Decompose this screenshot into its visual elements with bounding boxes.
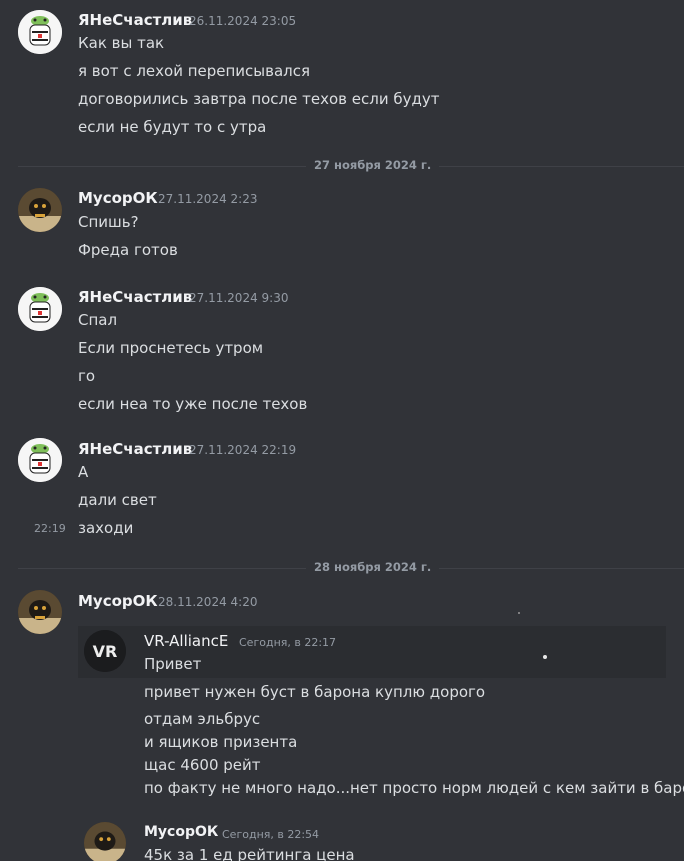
avatar[interactable]: [18, 287, 62, 331]
monster-avatar-icon: [18, 590, 62, 634]
message-line: я вот с лехой переписывался: [78, 62, 311, 80]
frog-avatar-icon: [18, 10, 62, 54]
message-author[interactable]: МусорОК: [78, 189, 158, 207]
message-line: заходи: [78, 519, 134, 537]
message-author[interactable]: ЯНеСчастлив: [78, 11, 192, 29]
chat-view: ЯНеСчастлив 26.11.2024 23:05 Как вы так …: [0, 0, 684, 861]
message-line: А: [78, 463, 89, 481]
screenshot-author: VR-AlliancE: [144, 632, 229, 650]
screenshot-artifact: [543, 655, 547, 659]
message-timestamp: 28.11.2024 4:20: [158, 595, 258, 609]
message-author[interactable]: ЯНеСчастлив: [78, 440, 192, 458]
screenshot-author: МусорОК: [144, 824, 219, 840]
screenshot-timestamp: Сегодня, в 22:54: [222, 828, 320, 841]
avatar[interactable]: [18, 188, 62, 232]
message-line: го: [78, 367, 96, 385]
avatar[interactable]: [18, 438, 62, 482]
screenshot-artifact: [518, 612, 520, 614]
message-line: Фреда готов: [78, 241, 178, 259]
screenshot-line: щас 4600 рейт: [144, 756, 261, 774]
message-line: Спал: [78, 311, 118, 329]
monster-avatar-icon: [84, 822, 126, 861]
screenshot-line: привет нужен буст в барона куплю дорого: [144, 683, 486, 701]
message-line: Если проснетесь утром: [78, 339, 264, 357]
frog-avatar-icon: [18, 438, 62, 482]
screenshot-timestamp: Сегодня, в 22:17: [239, 636, 337, 649]
avatar[interactable]: [18, 590, 62, 634]
message-author[interactable]: МусорОК: [78, 592, 158, 610]
message-timestamp: 27.11.2024 22:19: [189, 443, 297, 457]
screenshot-line: и ящиков призента: [144, 733, 298, 751]
message-line: если неа то уже после техов: [78, 395, 308, 413]
vr-logo-icon: VR: [84, 630, 126, 672]
screenshot-line: Привет: [144, 655, 202, 673]
message-timestamp: 26.11.2024 23:05: [189, 14, 297, 28]
message-line: если не будут то с утра: [78, 118, 267, 136]
message-line: дали свет: [78, 491, 157, 509]
date-divider-label: 28 ноября 2024 г.: [306, 560, 440, 574]
frog-avatar-icon: [18, 287, 62, 331]
message-timestamp: 27.11.2024 9:30: [189, 291, 289, 305]
vr-logo-text: VR: [93, 642, 118, 661]
screenshot-line: по факту не много надо...нет просто норм…: [144, 779, 684, 797]
message-line: Спишь?: [78, 213, 139, 231]
avatar[interactable]: [18, 10, 62, 54]
monster-avatar-icon: [18, 188, 62, 232]
screenshot-avatar: [84, 822, 126, 861]
message-author[interactable]: ЯНеСчастлив: [78, 288, 192, 306]
message-timestamp: 27.11.2024 2:23: [158, 192, 258, 206]
message-line: Как вы так: [78, 34, 165, 52]
screenshot-line: отдам эльбрус: [144, 710, 261, 728]
hover-timestamp: 22:19: [34, 522, 66, 535]
screenshot-line: 45к за 1 ед рейтинга цена: [144, 846, 355, 861]
message-line: договорились завтра после техов если буд…: [78, 90, 440, 108]
date-divider-label: 27 ноября 2024 г.: [306, 158, 440, 172]
